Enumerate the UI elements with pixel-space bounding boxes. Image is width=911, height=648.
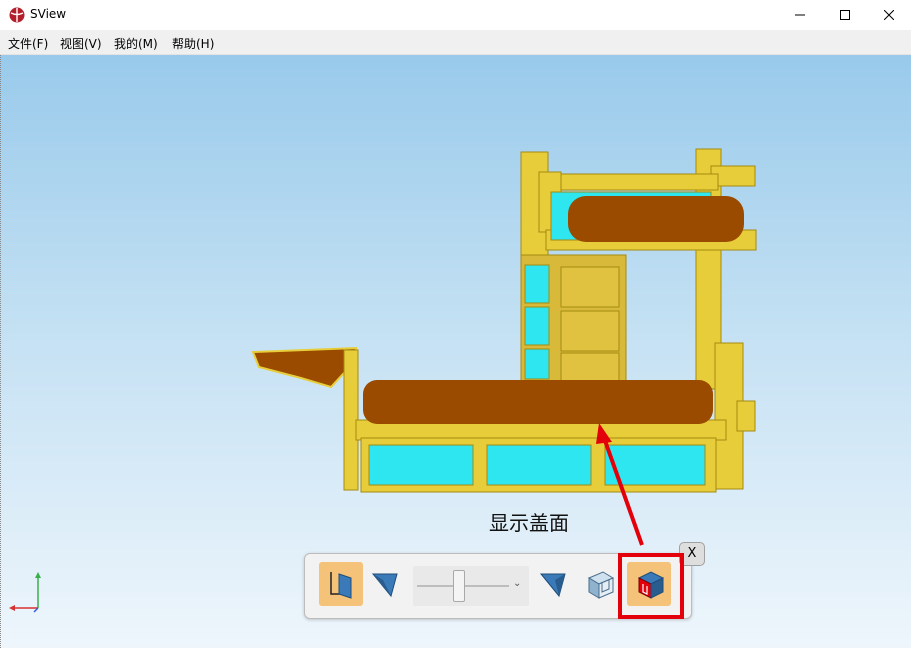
annotation-label: 显示盖面: [489, 511, 569, 535]
flip-section-icon: [539, 573, 566, 598]
close-icon: [883, 10, 894, 20]
maximize-icon: [839, 10, 850, 20]
clip-part-button[interactable]: [577, 562, 621, 606]
menu-mine[interactable]: 我的(M): [114, 35, 158, 52]
flip-section-button[interactable]: [531, 562, 575, 606]
window-title: SView: [30, 7, 67, 21]
section-plane-icon: [371, 573, 398, 598]
3d-viewport[interactable]: 显示盖面 ⌄ X: [0, 55, 911, 648]
close-window-button[interactable]: [866, 0, 911, 30]
minimize-icon: [794, 14, 805, 16]
axis-triad-icon: [9, 572, 41, 613]
sview-logo-icon: [9, 7, 25, 23]
section-plane-button[interactable]: [363, 562, 407, 606]
section-slider[interactable]: ⌄: [413, 566, 529, 606]
slider-thumb[interactable]: [453, 570, 465, 602]
minimize-button[interactable]: [777, 0, 822, 30]
clip-part-icon: [587, 571, 615, 599]
axis-view-icon: [330, 572, 352, 599]
menu-view[interactable]: 视图(V): [60, 35, 102, 52]
maximize-button[interactable]: [822, 0, 867, 30]
chevron-down-icon[interactable]: ⌄: [513, 578, 521, 589]
menu-bar: 文件(F) 视图(V) 我的(M) 帮助(H): [0, 30, 911, 55]
highlight-box: [618, 553, 684, 619]
title-bar: SView: [0, 0, 911, 30]
menu-help[interactable]: 帮助(H): [172, 35, 214, 52]
axis-view-button[interactable]: [319, 562, 363, 606]
menu-file[interactable]: 文件(F): [8, 35, 48, 52]
